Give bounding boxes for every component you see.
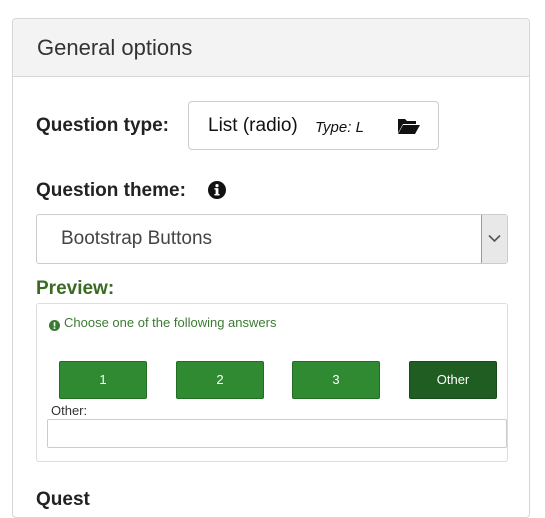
answer-button-2[interactable]: 2 xyxy=(176,361,264,399)
exclamation-circle-icon xyxy=(49,318,60,331)
answer-button-other[interactable]: Other xyxy=(409,361,497,399)
answer-button-3[interactable]: 3 xyxy=(292,361,380,399)
question-type-selector-button[interactable]: List (radio) Type: L xyxy=(188,101,439,150)
answer-hint: Choose one of the following answers xyxy=(64,315,277,330)
answer-button-1[interactable]: 1 xyxy=(59,361,147,399)
panel-title: General options xyxy=(37,35,193,60)
preview-label: Preview: xyxy=(36,278,115,299)
question-type-code: Type: L xyxy=(315,119,364,136)
question-preview: Choose one of the following answers 1 2 … xyxy=(36,303,508,462)
other-text-input[interactable] xyxy=(47,419,507,448)
other-field-label: Other: xyxy=(51,403,88,418)
question-type-label: Question type: xyxy=(36,115,170,136)
next-section-heading: Quest xyxy=(36,489,90,510)
question-theme-selected-value: Bootstrap Buttons xyxy=(61,228,213,249)
general-options-panel: General options Question type: List (rad… xyxy=(12,18,530,518)
question-theme-label: Question theme: xyxy=(36,180,186,201)
question-theme-select[interactable]: Bootstrap Buttons xyxy=(36,214,508,264)
panel-header[interactable]: General options xyxy=(13,19,529,77)
chevron-down-icon[interactable] xyxy=(481,215,507,263)
folder-open-icon xyxy=(397,117,421,135)
question-type-name: List (radio) xyxy=(208,115,298,136)
info-circle-icon[interactable] xyxy=(208,181,226,199)
